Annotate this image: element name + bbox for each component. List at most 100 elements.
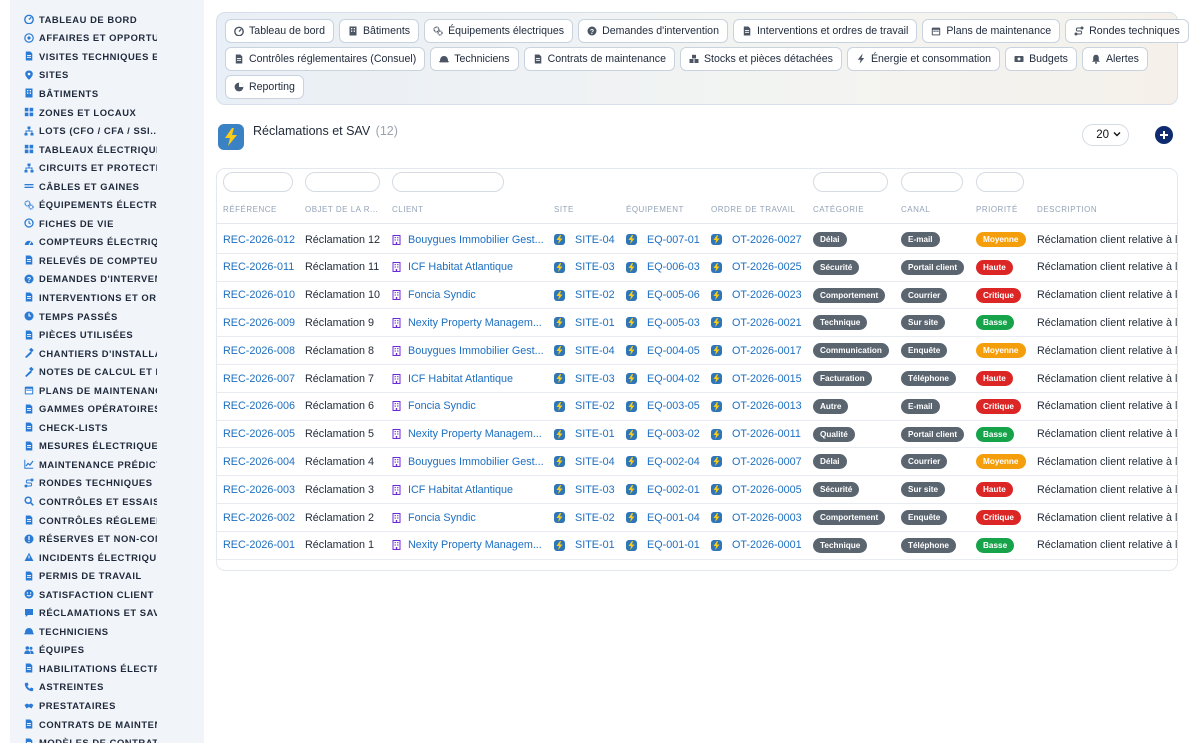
client-link[interactable]: Nexity Property Managem...	[392, 421, 544, 448]
sidebar-item[interactable]: LOTS (CFO / CFA / SSI...)	[10, 121, 204, 140]
nav-button[interactable]: Équipements électriques	[424, 19, 574, 43]
client-link[interactable]: Bouygues Immobilier Gest...	[392, 226, 544, 253]
client-link[interactable]: ICF Habitat Atlantique	[392, 476, 544, 503]
work-order-link[interactable]: OT-2026-0025	[711, 254, 802, 281]
equipement-link[interactable]: EQ-002-04	[626, 448, 700, 475]
sidebar-item[interactable]: MESURES ÉLECTRIQUES	[10, 437, 204, 456]
filter-priorite-input[interactable]	[976, 172, 1024, 192]
reference-link[interactable]: REC-2026-002	[223, 504, 295, 531]
sidebar-item[interactable]: AFFAIRES ET OPPORTUNITÉS	[10, 29, 204, 48]
work-order-link[interactable]: OT-2026-0001	[711, 532, 802, 559]
nav-button[interactable]: Plans de maintenance	[922, 19, 1061, 43]
equipement-link[interactable]: EQ-004-02	[626, 365, 700, 392]
nav-button[interactable]: ? Demandes d'intervention	[578, 19, 728, 43]
reference-link[interactable]: REC-2026-011	[223, 254, 294, 281]
site-link[interactable]: SITE-03	[554, 476, 615, 503]
nav-button[interactable]: Interventions et ordres de travail	[732, 19, 918, 43]
sidebar-item[interactable]: COMPTEURS ÉLECTRIQUES	[10, 233, 204, 252]
equipement-link[interactable]: EQ-005-03	[626, 309, 700, 336]
table-row[interactable]: REC-2026-010 Réclamation 10 Foncia Syndic S…	[217, 282, 1177, 310]
site-link[interactable]: SITE-01	[554, 309, 615, 336]
sidebar-item[interactable]: TEMPS PASSÉS	[10, 307, 204, 326]
filter-categorie-input[interactable]	[813, 172, 888, 192]
site-link[interactable]: SITE-01	[554, 421, 615, 448]
sidebar-item[interactable]: INCIDENTS ÉLECTRIQUES	[10, 548, 204, 567]
sidebar-item[interactable]: CONTRÔLES RÉGLEMENTAIRES	[10, 511, 204, 530]
site-link[interactable]: SITE-03	[554, 365, 615, 392]
sidebar-item[interactable]: TABLEAU DE BORD	[10, 10, 204, 29]
table-row[interactable]: REC-2026-012 Réclamation 12 Bouygues Immob…	[217, 226, 1177, 254]
column-header-description[interactable]: DESCRIPTION	[1037, 205, 1097, 214]
table-row[interactable]: REC-2026-003 Réclamation 3 ICF Habitat Atl…	[217, 476, 1177, 504]
equipement-link[interactable]: EQ-002-01	[626, 476, 700, 503]
work-order-link[interactable]: OT-2026-0005	[711, 476, 802, 503]
sidebar-item[interactable]: ÉQUIPES	[10, 641, 204, 660]
site-link[interactable]: SITE-04	[554, 448, 615, 475]
sidebar-item[interactable]: BÂTIMENTS	[10, 84, 204, 103]
sidebar-item[interactable]: PIÈCES UTILISÉES	[10, 325, 204, 344]
equipement-link[interactable]: EQ-007-01	[626, 226, 700, 253]
table-row[interactable]: REC-2026-007 Réclamation 7 ICF Habitat Atl…	[217, 365, 1177, 393]
filter-reference-input[interactable]	[223, 172, 293, 192]
column-header-reference[interactable]: RÉFÉRENCE	[223, 205, 277, 214]
nav-button[interactable]: Bâtiments	[338, 19, 420, 43]
nav-button[interactable]: Contrôles réglementaires (Consuel)	[225, 47, 426, 71]
sidebar-item[interactable]: HABILITATIONS ÉLECTRIQUES	[10, 659, 204, 678]
column-header-canal[interactable]: CANAL	[901, 205, 930, 214]
table-row[interactable]: REC-2026-004 Réclamation 4 Bouygues Immobi…	[217, 448, 1177, 477]
sidebar-item[interactable]: ÉQUIPEMENTS ÉLECTRIQUES	[10, 195, 204, 214]
reference-link[interactable]: REC-2026-001	[223, 532, 295, 559]
table-row[interactable]: REC-2026-005 Réclamation 5 Nexity Property…	[217, 421, 1177, 449]
filter-canal-input[interactable]	[901, 172, 963, 192]
equipement-link[interactable]: EQ-001-04	[626, 504, 700, 531]
client-link[interactable]: ICF Habitat Atlantique	[392, 254, 544, 281]
reference-link[interactable]: REC-2026-009	[223, 309, 295, 336]
reference-link[interactable]: REC-2026-012	[223, 226, 295, 253]
site-link[interactable]: SITE-03	[554, 254, 615, 281]
table-row[interactable]: REC-2026-002 Réclamation 2 Foncia Syndic SI…	[217, 504, 1177, 532]
work-order-link[interactable]: OT-2026-0023	[711, 282, 802, 309]
table-row[interactable]: REC-2026-001 Réclamation 1 Nexity Property…	[217, 532, 1177, 560]
site-link[interactable]: SITE-04	[554, 226, 615, 253]
equipement-link[interactable]: EQ-006-03	[626, 254, 700, 281]
sidebar-item[interactable]: MAINTENANCE PRÉDICTIVE	[10, 455, 204, 474]
reference-link[interactable]: REC-2026-004	[223, 448, 295, 475]
column-header-categorie[interactable]: CATÉGORIE	[813, 205, 864, 214]
work-order-link[interactable]: OT-2026-0007	[711, 448, 802, 475]
work-order-link[interactable]: OT-2026-0027	[711, 226, 802, 253]
add-record-button[interactable]	[1155, 126, 1173, 144]
table-row[interactable]: REC-2026-009 Réclamation 9 Nexity Property…	[217, 309, 1177, 338]
equipement-link[interactable]: EQ-005-06	[626, 282, 700, 309]
sidebar-item[interactable]: ZONES ET LOCAUX	[10, 103, 204, 122]
site-link[interactable]: SITE-02	[554, 282, 615, 309]
nav-button[interactable]: Alertes	[1081, 47, 1148, 71]
equipement-link[interactable]: EQ-003-05	[626, 393, 700, 420]
sidebar-item[interactable]: RONDES TECHNIQUES	[10, 474, 204, 493]
sidebar-item[interactable]: CONTRATS DE MAINTENANCE	[10, 715, 204, 734]
work-order-link[interactable]: OT-2026-0017	[711, 337, 802, 364]
sidebar-item[interactable]: MODÈLES DE CONTRATS	[10, 733, 204, 743]
client-link[interactable]: Foncia Syndic	[392, 393, 544, 420]
reference-link[interactable]: REC-2026-010	[223, 282, 295, 309]
nav-button[interactable]: Stocks et pièces détachées	[679, 47, 842, 71]
sidebar-item[interactable]: SITES	[10, 66, 204, 85]
sidebar-item[interactable]: PRESTATAIRES	[10, 696, 204, 715]
client-link[interactable]: Bouygues Immobilier Gest...	[392, 448, 544, 475]
sidebar-item[interactable]: CÂBLES ET GAINES	[10, 177, 204, 196]
column-header-site[interactable]: SITE	[554, 205, 574, 214]
nav-button[interactable]: Reporting	[225, 75, 304, 99]
page-size-select[interactable]: 20	[1082, 124, 1129, 146]
sidebar-item[interactable]: PLANS DE MAINTENANCE	[10, 381, 204, 400]
sidebar-item[interactable]: CIRCUITS ET PROTECTIONS	[10, 158, 204, 177]
column-header-client[interactable]: CLIENT	[392, 205, 423, 214]
work-order-link[interactable]: OT-2026-0011	[711, 421, 801, 448]
filter-client-input[interactable]	[392, 172, 504, 192]
nav-button[interactable]: Énergie et consommation	[846, 47, 1001, 71]
column-header-equipement[interactable]: ÉQUIPEMENT	[626, 205, 684, 214]
sidebar-item[interactable]: RELEVÉS DE COMPTEURS	[10, 251, 204, 270]
table-row[interactable]: REC-2026-011 Réclamation 11 ICF Habitat At…	[217, 254, 1177, 282]
nav-button[interactable]: Budgets	[1005, 47, 1077, 71]
sidebar-item[interactable]: SATISFACTION CLIENT	[10, 585, 204, 604]
site-link[interactable]: SITE-02	[554, 393, 615, 420]
equipement-link[interactable]: EQ-003-02	[626, 421, 700, 448]
